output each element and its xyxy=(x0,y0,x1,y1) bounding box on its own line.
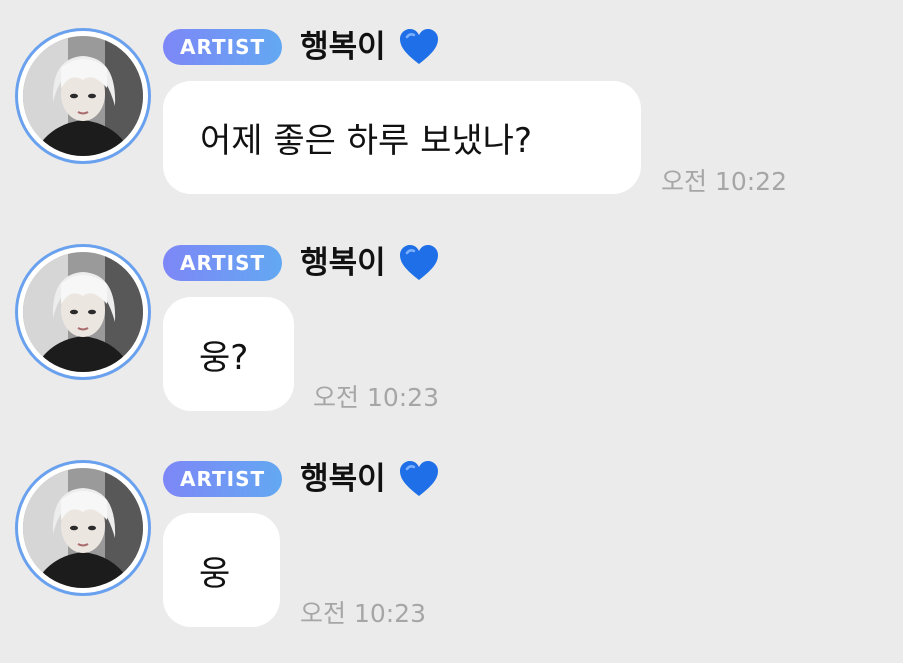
artist-badge: ARTIST xyxy=(163,29,283,65)
message-header: ARTIST 행복이 xyxy=(163,28,440,66)
message-text: 웅? xyxy=(199,337,249,378)
sender-name[interactable]: 행복이 xyxy=(300,460,386,498)
message-timestamp: 오전 10:22 xyxy=(661,167,787,196)
sender-name[interactable]: 행복이 xyxy=(300,28,386,66)
message-text: 웅 xyxy=(199,553,231,594)
blue-heart-icon xyxy=(398,460,440,498)
blue-heart-icon xyxy=(398,28,440,66)
message-timestamp: 오전 10:23 xyxy=(313,383,439,412)
artist-badge: ARTIST xyxy=(163,245,283,281)
avatar-photo xyxy=(23,36,143,156)
message-timestamp: 오전 10:23 xyxy=(300,599,426,628)
sender-name[interactable]: 행복이 xyxy=(300,244,386,282)
message-bubble[interactable]: 웅? xyxy=(163,297,294,411)
avatar[interactable] xyxy=(15,28,151,164)
avatar-photo xyxy=(23,468,143,588)
message-header: ARTIST 행복이 xyxy=(163,244,440,282)
artist-badge: ARTIST xyxy=(163,461,283,497)
avatar-photo xyxy=(23,252,143,372)
message-text: 어제 좋은 하루 보냈나? xyxy=(200,121,532,161)
message-bubble[interactable]: 웅 xyxy=(163,513,280,627)
avatar[interactable] xyxy=(15,460,151,596)
message-bubble[interactable]: 어제 좋은 하루 보냈나? xyxy=(163,81,641,194)
blue-heart-icon xyxy=(398,244,440,282)
avatar[interactable] xyxy=(15,244,151,380)
message-header: ARTIST 행복이 xyxy=(163,460,440,498)
